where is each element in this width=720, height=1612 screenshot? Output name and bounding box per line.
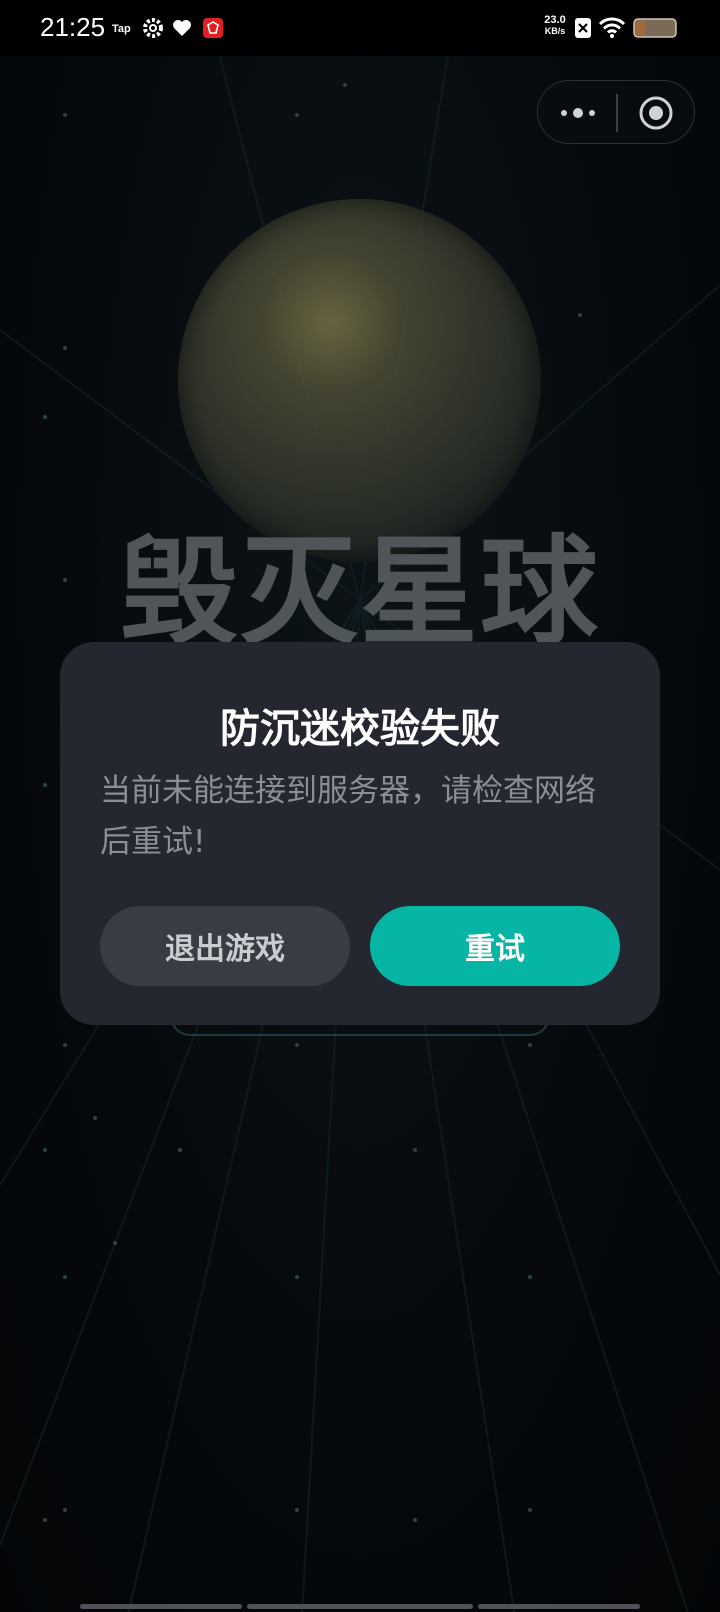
dialog-title: 防沉迷校验失败 bbox=[220, 706, 500, 752]
network-speed: 23.0 KB/s bbox=[540, 15, 570, 37]
exit-game-button[interactable]: 退出游戏 bbox=[100, 906, 350, 986]
game-title: 毁灭星球 bbox=[119, 523, 600, 661]
status-time: 21:25 bbox=[40, 12, 106, 42]
battery-icon bbox=[633, 18, 677, 38]
status-bar: 21:25 Tap 23.0 KB/s bbox=[0, 0, 720, 56]
retry-button[interactable]: 重试 bbox=[370, 906, 620, 986]
capsule-divider bbox=[616, 94, 618, 132]
planet-illustration bbox=[178, 199, 541, 562]
home-indicator-center[interactable] bbox=[247, 1604, 473, 1609]
wifi-icon bbox=[599, 17, 625, 38]
home-indicator-left bbox=[80, 1604, 242, 1609]
dialog-message: 当前未能连接到服务器，请检查网络后重试! bbox=[100, 773, 596, 860]
sim-x-icon bbox=[575, 18, 591, 38]
close-target-icon[interactable] bbox=[638, 95, 674, 131]
capsule-menu bbox=[537, 80, 695, 144]
heart-icon bbox=[173, 20, 191, 36]
anti-addiction-dialog: 防沉迷校验失败 当前未能连接到服务器，请检查网络后重试! 退出游戏 重试 bbox=[60, 642, 660, 1025]
network-speed-value: 23.0 bbox=[544, 14, 566, 26]
svg-text:Tap: Tap bbox=[112, 23, 131, 35]
network-speed-unit: KB/s bbox=[544, 26, 566, 36]
home-indicator-right bbox=[478, 1604, 640, 1609]
settings-gear-icon bbox=[143, 18, 163, 38]
tap-app-icon: Tap bbox=[112, 23, 131, 35]
red-app-icon bbox=[203, 18, 223, 38]
more-dots-icon[interactable] bbox=[558, 101, 598, 125]
